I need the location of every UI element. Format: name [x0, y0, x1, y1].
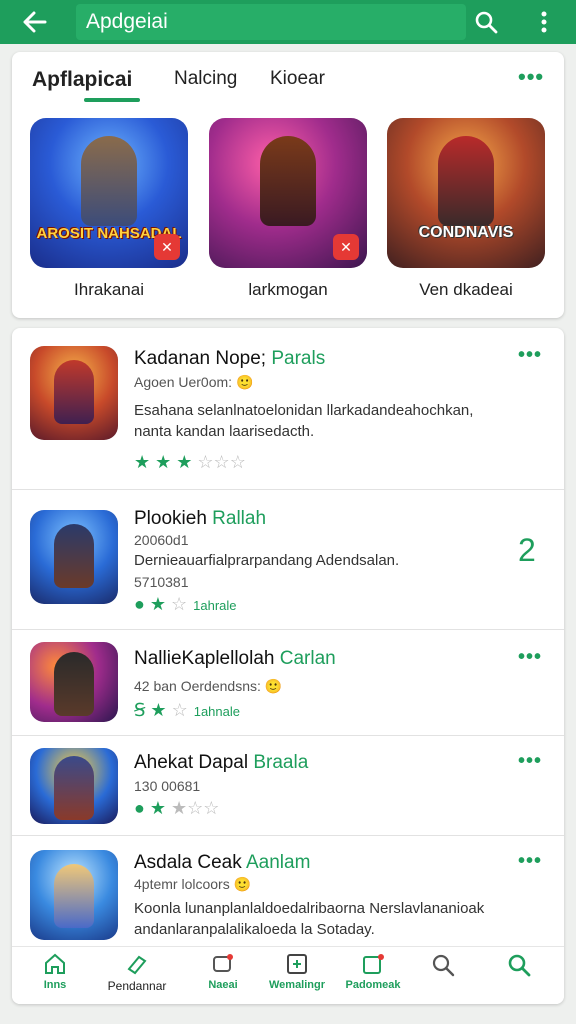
list-item[interactable]: Ahekat Dapal Braala 130 00681 ● ★ ★☆☆ ••…	[12, 736, 564, 836]
app-icon	[30, 346, 118, 440]
home-icon	[20, 953, 90, 979]
back-arrow-icon[interactable]	[0, 0, 70, 44]
list-item[interactable]: NallieKaplellolah Carlan 42 ban Oerdends…	[12, 630, 564, 736]
app-badge-icon: ✕	[333, 234, 359, 260]
search-icon[interactable]	[464, 0, 508, 44]
star-rating: ★ ★ ★ ☆☆☆	[134, 452, 246, 472]
featured-caption: larkmogan	[248, 280, 328, 299]
featured-caption: Ven dkadeai	[419, 280, 513, 299]
app-meta: 5710381	[134, 574, 189, 590]
app-icon	[30, 850, 118, 940]
featured-card: Apflapicai Nalcing Kioear ••• AROSIT NAH…	[12, 52, 564, 318]
nav-tag[interactable]: Pendannar	[102, 953, 172, 993]
notification-icon	[188, 953, 258, 979]
app-title: Asdala Ceak Aanlam	[134, 852, 311, 873]
nav-home[interactable]: Inns	[20, 953, 90, 991]
more-horiz-icon[interactable]: •••	[518, 344, 542, 367]
more-horiz-icon[interactable]: •••	[518, 64, 544, 90]
nav-search-outline[interactable]	[408, 953, 478, 979]
list-item[interactable]: Plookieh Rallah 20060d1 Dernieauarfialpr…	[12, 490, 564, 630]
more-vert-icon[interactable]	[522, 0, 566, 44]
featured-item[interactable]: ✕ larkmogan	[209, 118, 367, 300]
app-subtitle: Agoen Uer0om: 🙂	[134, 374, 254, 390]
update-count-badge: 2	[518, 532, 536, 568]
app-icon	[30, 748, 118, 824]
featured-item[interactable]: CONDNAVIS Ven dkadeai	[387, 118, 545, 300]
nav-search[interactable]	[484, 953, 554, 979]
star-rating: ● ★ ☆ 1ahrale	[134, 594, 237, 614]
app-title: Plookieh Rallah	[134, 508, 267, 529]
app-description: Dernieauarfialprarpandang Adendsalan.	[134, 552, 400, 569]
list-item[interactable]: Asdala Ceak Aanlam 4ptemr lolcoors 🙂 Koo…	[12, 836, 564, 946]
tab-indicator	[84, 98, 140, 102]
app-icon	[30, 642, 118, 722]
gallery-icon	[338, 953, 408, 979]
bottom-navigation: Inns Pendannar Naeai Wemalingr Padomeak	[12, 946, 564, 1004]
app-subtitle: 42 ban Oerdendsns: 🙂	[134, 678, 283, 694]
top-app-bar: Apdgeiai	[0, 0, 576, 44]
nav-gallery[interactable]: Padomeak	[338, 953, 408, 991]
tab-ranking[interactable]: Nalcing	[174, 68, 237, 90]
game-art: ✕	[209, 118, 367, 268]
tab-apps[interactable]: Apflapicai	[32, 68, 132, 92]
app-title: Kadanan Nope; Parals	[134, 348, 326, 369]
search-icon	[484, 953, 554, 979]
tag-icon	[102, 953, 172, 979]
app-badge-icon: ✕	[154, 234, 180, 260]
app-subtitle: 20060d1	[134, 532, 189, 548]
app-title: Ahekat Dapal Braala	[134, 752, 309, 773]
more-horiz-icon[interactable]: •••	[518, 750, 542, 773]
nav-media[interactable]: Wemalingr	[262, 953, 332, 991]
app-description: Esahana selanlnatoelonidan llarkadandeah…	[134, 402, 474, 440]
featured-item[interactable]: AROSIT NAHSADAL ✕ Ihrakanai	[30, 118, 188, 300]
app-icon	[30, 510, 118, 604]
more-horiz-icon[interactable]: •••	[518, 646, 542, 669]
list-item[interactable]: Kadanan Nope; Parals Agoen Uer0om: 🙂 Esa…	[12, 328, 564, 490]
game-logo: CONDNAVIS	[418, 224, 514, 241]
nav-notifications[interactable]: Naeai	[188, 953, 258, 991]
star-rating: Ꞩ ★ ☆ 1ahnale	[134, 700, 240, 720]
tab-kids[interactable]: Kioear	[270, 68, 325, 90]
game-art: AROSIT NAHSADAL ✕	[30, 118, 188, 268]
search-outline-icon	[408, 953, 478, 979]
app-subtitle: 4ptemr lolcoors 🙂	[134, 876, 252, 892]
app-description: Koonla lunanplanlaldoedalribaorna Nersla…	[134, 900, 485, 938]
star-rating: ● ★ ★☆☆	[134, 798, 220, 818]
app-title: NallieKaplellolah Carlan	[134, 648, 336, 669]
search-input[interactable]: Apdgeiai	[76, 4, 466, 40]
app-subtitle: 130 00681	[134, 778, 201, 794]
media-icon	[262, 953, 332, 979]
more-horiz-icon[interactable]: •••	[518, 850, 542, 873]
featured-caption: Ihrakanai	[74, 280, 144, 299]
game-art: CONDNAVIS	[387, 118, 545, 268]
app-list: Kadanan Nope; Parals Agoen Uer0om: 🙂 Esa…	[12, 328, 564, 1004]
tab-bar: Apflapicai Nalcing Kioear •••	[12, 52, 564, 104]
